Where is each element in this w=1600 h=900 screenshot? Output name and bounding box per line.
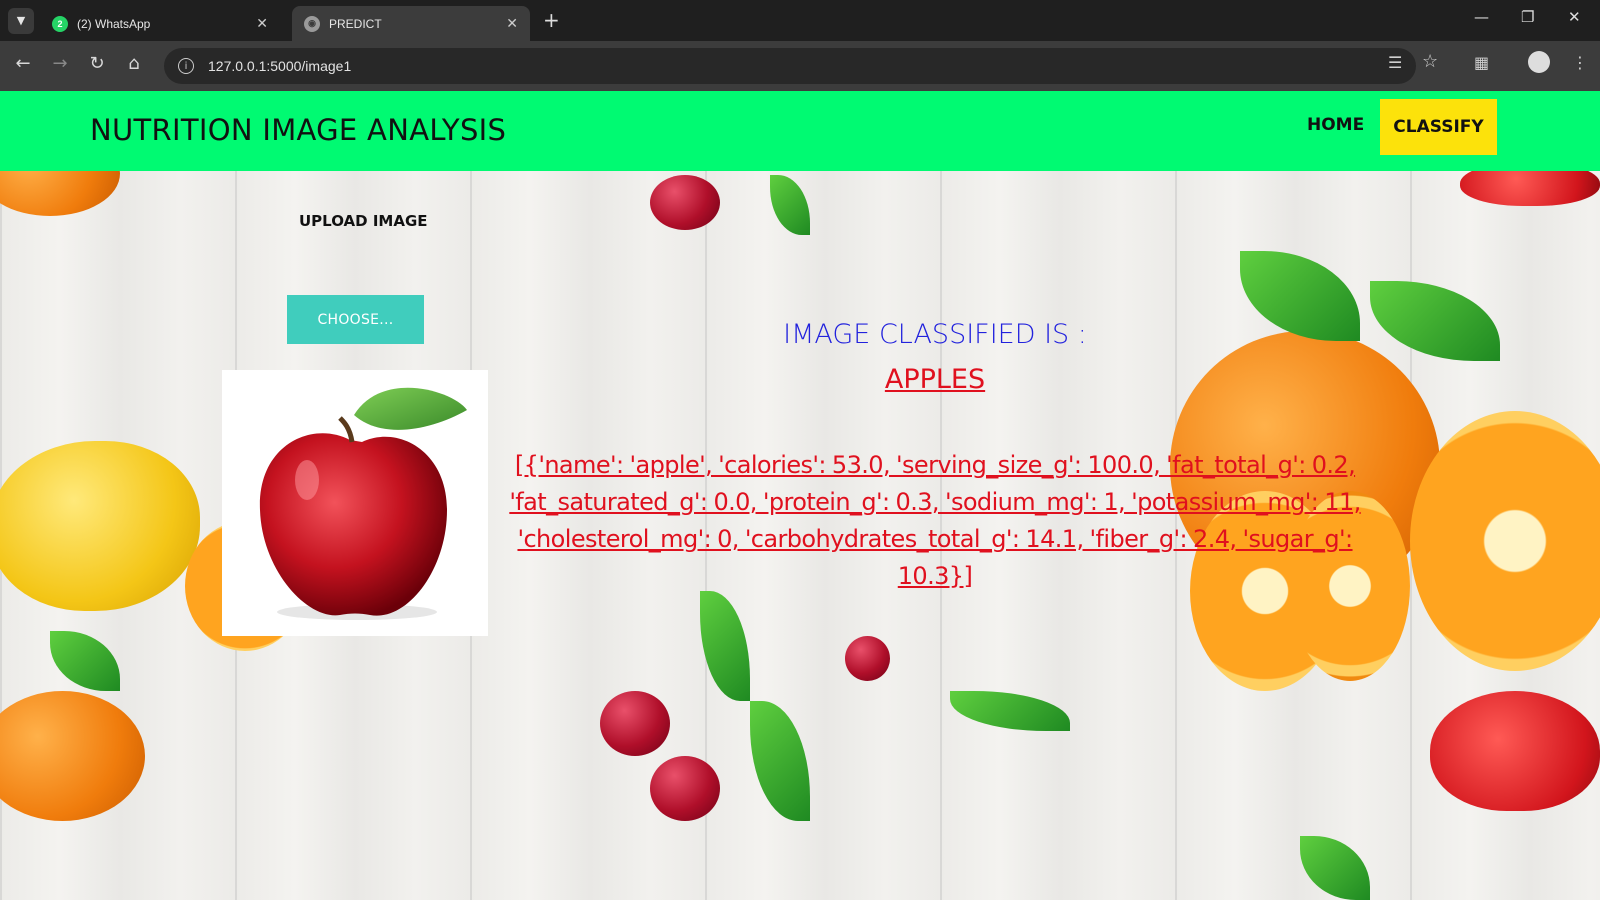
minimize-icon[interactable]: — xyxy=(1474,8,1489,26)
leaf-decoration xyxy=(750,701,810,821)
leaf-decoration xyxy=(1370,281,1500,361)
classification-heading: IMAGE CLASSIFIED IS : xyxy=(783,319,1087,350)
page-body: NUTRITION IMAGE ANALYSIS HOME CLASSIFY U… xyxy=(0,91,1600,900)
leaf-decoration xyxy=(770,175,810,235)
leaf-decoration xyxy=(1240,251,1360,341)
back-icon[interactable]: ← xyxy=(12,53,34,74)
profile-avatar[interactable] xyxy=(1528,51,1550,73)
new-tab-icon[interactable]: + xyxy=(543,8,560,32)
orange-slice-decoration xyxy=(1410,411,1600,671)
tab-whatsapp[interactable]: 2 (2) WhatsApp ✕ xyxy=(40,6,280,41)
menu-kebab-icon[interactable]: ⋮ xyxy=(1572,53,1588,72)
tab-predict[interactable]: ◉ PREDICT ✕ xyxy=(292,6,530,41)
browser-tab-strip: ▼ 2 (2) WhatsApp ✕ ◉ PREDICT ✕ + — ❐ ✕ xyxy=(0,0,1600,41)
bookmark-star-icon[interactable]: ☆ xyxy=(1422,51,1438,72)
leaf-decoration xyxy=(50,631,120,691)
reload-icon[interactable]: ↻ xyxy=(86,53,108,74)
url-text[interactable]: 127.0.0.1:5000/image1 xyxy=(208,58,351,74)
leaf-decoration xyxy=(700,591,750,701)
nutrition-info[interactable]: [{'name': 'apple', 'calories': 53.0, 'se… xyxy=(497,447,1373,595)
cherry-decoration xyxy=(650,756,720,821)
close-tab-icon[interactable]: ✕ xyxy=(256,15,268,32)
close-window-icon[interactable]: ✕ xyxy=(1568,8,1581,26)
globe-icon: ◉ xyxy=(304,15,320,32)
tab-search-dropdown-icon[interactable]: ▼ xyxy=(8,7,34,34)
orange-decoration xyxy=(0,691,145,821)
upload-image-label: UPLOAD IMAGE xyxy=(299,212,428,230)
top-navbar: NUTRITION IMAGE ANALYSIS HOME CLASSIFY xyxy=(0,91,1600,171)
home-icon[interactable]: ⌂ xyxy=(123,53,145,74)
tab-title: PREDICT xyxy=(329,16,382,31)
tab-title: (2) WhatsApp xyxy=(77,16,151,31)
cherry-decoration xyxy=(600,691,670,756)
choose-file-button[interactable]: CHOOSE... xyxy=(287,295,424,344)
leaf-decoration xyxy=(950,691,1070,731)
apple-image xyxy=(259,387,467,620)
nav-home-link[interactable]: HOME xyxy=(1307,115,1364,135)
leaf-decoration xyxy=(1300,836,1370,900)
address-bar[interactable]: i 127.0.0.1:5000/image1 xyxy=(164,48,1416,84)
berry-decoration xyxy=(845,636,890,681)
cherry-decoration xyxy=(650,175,720,230)
extensions-icon[interactable]: ▦ xyxy=(1474,53,1489,72)
lemon-decoration xyxy=(0,441,200,611)
site-title: NUTRITION IMAGE ANALYSIS xyxy=(90,113,507,147)
close-tab-icon[interactable]: ✕ xyxy=(506,15,518,32)
classified-label[interactable]: APPLES xyxy=(690,364,1180,395)
whatsapp-icon: 2 xyxy=(52,15,68,32)
browser-toolbar: ← → ↻ ⌂ i 127.0.0.1:5000/image1 ☰ ☆ ▦ ⋮ xyxy=(0,41,1600,91)
site-info-icon[interactable]: i xyxy=(178,58,194,74)
uploaded-image-preview xyxy=(222,370,488,636)
restore-icon[interactable]: ❐ xyxy=(1521,8,1534,26)
forward-icon[interactable]: → xyxy=(49,53,71,74)
nav-classify-link[interactable]: CLASSIFY xyxy=(1380,99,1497,155)
translate-icon[interactable]: ☰ xyxy=(1388,53,1402,72)
strawberry-decoration xyxy=(1430,691,1600,811)
